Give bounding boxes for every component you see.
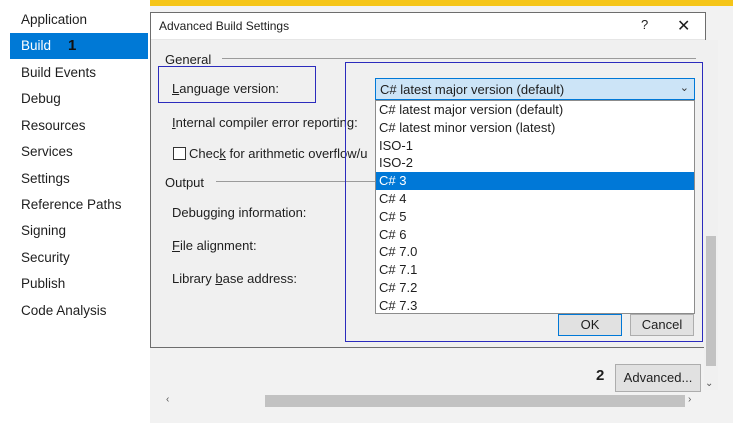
- language-version-combobox[interactable]: C# latest major version (default) ⌄: [375, 78, 695, 100]
- sidebar-item-label: Build: [21, 38, 52, 53]
- general-group-divider: [222, 58, 696, 59]
- dialog-title: Advanced Build Settings: [159, 19, 290, 33]
- sidebar-item-label: Settings: [21, 171, 70, 186]
- advanced-button[interactable]: Advanced...: [615, 364, 701, 392]
- horizontal-scroll-thumb[interactable]: [265, 395, 685, 407]
- sidebar-item-label: Code Analysis: [21, 303, 107, 318]
- dropdown-option[interactable]: ISO-1: [376, 137, 694, 155]
- dropdown-option[interactable]: C# 7.0: [376, 243, 694, 261]
- sidebar-item-settings[interactable]: Settings: [10, 166, 148, 192]
- vertical-scroll-thumb[interactable]: [706, 236, 716, 366]
- ok-button[interactable]: OK: [558, 314, 622, 336]
- output-group-header: Output: [165, 175, 205, 190]
- internal-compiler-error-label: Internal compiler error reporting:: [172, 115, 358, 130]
- dialog-titlebar: Advanced Build Settings ? ✕: [151, 13, 705, 40]
- sidebar-item-label: Reference Paths: [21, 197, 122, 212]
- sidebar-item-label: Security: [21, 250, 70, 265]
- dropdown-option[interactable]: C# 7.2: [376, 279, 694, 297]
- sidebar-item-resources[interactable]: Resources: [10, 113, 148, 139]
- combobox-value: C# latest major version (default): [380, 82, 565, 97]
- dropdown-option[interactable]: C# 4: [376, 190, 694, 208]
- library-base-address-label: Library base address:: [172, 271, 298, 286]
- sidebar-item-security[interactable]: Security: [10, 245, 148, 271]
- step-badge-2: 2: [596, 367, 605, 384]
- scroll-left-arrow-icon[interactable]: ‹: [166, 394, 169, 405]
- scroll-right-arrow-icon[interactable]: ›: [688, 394, 691, 405]
- dropdown-option[interactable]: C# 7.1: [376, 261, 694, 279]
- sidebar-item-label: Application: [21, 12, 88, 27]
- sidebar-item-label: Services: [21, 144, 73, 159]
- sidebar-item-build-events[interactable]: Build Events: [10, 60, 148, 86]
- arithmetic-overflow-label: Check for arithmetic overflow/u: [189, 146, 368, 161]
- sidebar-item-services[interactable]: Services: [10, 139, 148, 165]
- sidebar-item-debug[interactable]: Debug: [10, 86, 148, 112]
- sidebar-item-code-analysis[interactable]: Code Analysis: [10, 298, 148, 324]
- sidebar-item-publish[interactable]: Publish: [10, 271, 148, 297]
- chevron-down-icon[interactable]: ⌄: [680, 81, 689, 94]
- dropdown-option[interactable]: C# latest minor version (latest): [376, 119, 694, 137]
- file-alignment-label: File alignment:: [172, 238, 257, 253]
- step-badge-1: 1: [68, 37, 77, 54]
- sidebar-item-application[interactable]: Application: [10, 7, 148, 33]
- sidebar-item-reference-paths[interactable]: Reference Paths: [10, 192, 148, 218]
- close-button[interactable]: ✕: [677, 16, 690, 36]
- scroll-down-arrow-icon[interactable]: ⌄: [705, 378, 713, 389]
- language-version-dropdown-list[interactable]: C# latest major version (default) C# lat…: [375, 100, 695, 314]
- sidebar-item-label: Resources: [21, 118, 86, 133]
- dropdown-option[interactable]: ISO-2: [376, 154, 694, 172]
- dropdown-option[interactable]: C# latest major version (default): [376, 101, 694, 119]
- sidebar-item-signing[interactable]: Signing: [10, 218, 148, 244]
- sidebar-item-label: Debug: [21, 91, 61, 106]
- arithmetic-overflow-checkbox[interactable]: [173, 147, 186, 160]
- sidebar-item-label: Publish: [21, 276, 66, 291]
- dropdown-option[interactable]: C# 5: [376, 208, 694, 226]
- sidebar-item-label: Build Events: [21, 65, 97, 80]
- language-version-label: Language version:: [172, 81, 279, 96]
- debugging-information-label: Debugging information:: [172, 205, 307, 220]
- dropdown-option-selected[interactable]: C# 3: [376, 172, 694, 190]
- cancel-button[interactable]: Cancel: [630, 314, 694, 336]
- help-button[interactable]: ?: [641, 17, 648, 32]
- sidebar-item-build[interactable]: Build 1: [10, 33, 148, 59]
- dropdown-option[interactable]: C# 7.3: [376, 297, 694, 313]
- sidebar-item-label: Signing: [21, 223, 67, 238]
- project-properties-sidebar: Application Build 1 Build Events Debug R…: [0, 0, 150, 423]
- general-group-header: General: [165, 52, 212, 67]
- dropdown-option[interactable]: C# 6: [376, 226, 694, 244]
